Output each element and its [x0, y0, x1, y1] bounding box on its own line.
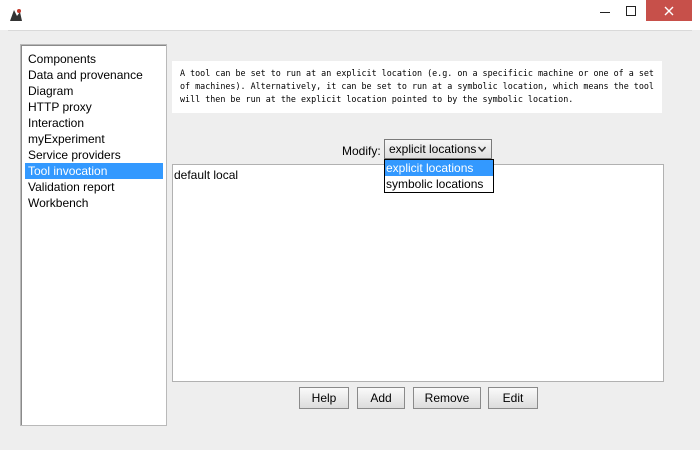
- close-button[interactable]: [646, 0, 692, 21]
- remove-button[interactable]: Remove: [413, 387, 481, 409]
- sidebar-item-diagram[interactable]: Diagram: [25, 83, 163, 99]
- dropdown-option-explicit-locations[interactable]: explicit locations: [385, 160, 493, 176]
- edit-button[interactable]: Edit: [488, 387, 538, 409]
- sidebar-item-tool-invocation[interactable]: Tool invocation: [25, 163, 163, 179]
- minimize-icon: [600, 11, 610, 13]
- modify-select-value: explicit locations: [389, 142, 477, 156]
- sidebar-item-myexperiment[interactable]: myExperiment: [25, 131, 163, 147]
- modify-select[interactable]: explicit locations: [384, 139, 492, 159]
- preferences-list: Components Data and provenance Diagram H…: [25, 51, 163, 211]
- modify-dropdown-popup: explicit locations symbolic locations: [384, 159, 494, 193]
- sidebar-item-interaction[interactable]: Interaction: [25, 115, 163, 131]
- sidebar-item-workbench[interactable]: Workbench: [25, 195, 163, 211]
- help-button[interactable]: Help: [299, 387, 349, 409]
- sidebar-item-http-proxy[interactable]: HTTP proxy: [25, 99, 163, 115]
- sidebar-item-components[interactable]: Components: [25, 51, 163, 67]
- description-text: A tool can be set to run at an explicit …: [172, 61, 662, 113]
- app-logo-icon[interactable]: [8, 7, 24, 23]
- dropdown-option-symbolic-locations[interactable]: symbolic locations: [385, 176, 493, 192]
- chevron-down-icon: [477, 146, 487, 153]
- preferences-panel: Components Data and provenance Diagram H…: [8, 30, 692, 443]
- locations-list[interactable]: default local: [172, 164, 664, 382]
- list-item[interactable]: default local: [174, 168, 238, 182]
- close-icon: [664, 6, 674, 15]
- maximize-button[interactable]: [618, 0, 644, 21]
- modify-label: Modify:: [342, 144, 381, 158]
- window-titlebar: [0, 0, 700, 30]
- maximize-icon: [626, 5, 636, 16]
- preferences-tree[interactable]: Components Data and provenance Diagram H…: [20, 44, 167, 426]
- sidebar-item-data-and-provenance[interactable]: Data and provenance: [25, 67, 163, 83]
- sidebar-item-service-providers[interactable]: Service providers: [25, 147, 163, 163]
- minimize-button[interactable]: [592, 0, 618, 21]
- add-button[interactable]: Add: [357, 387, 405, 409]
- sidebar-item-validation-report[interactable]: Validation report: [25, 179, 163, 195]
